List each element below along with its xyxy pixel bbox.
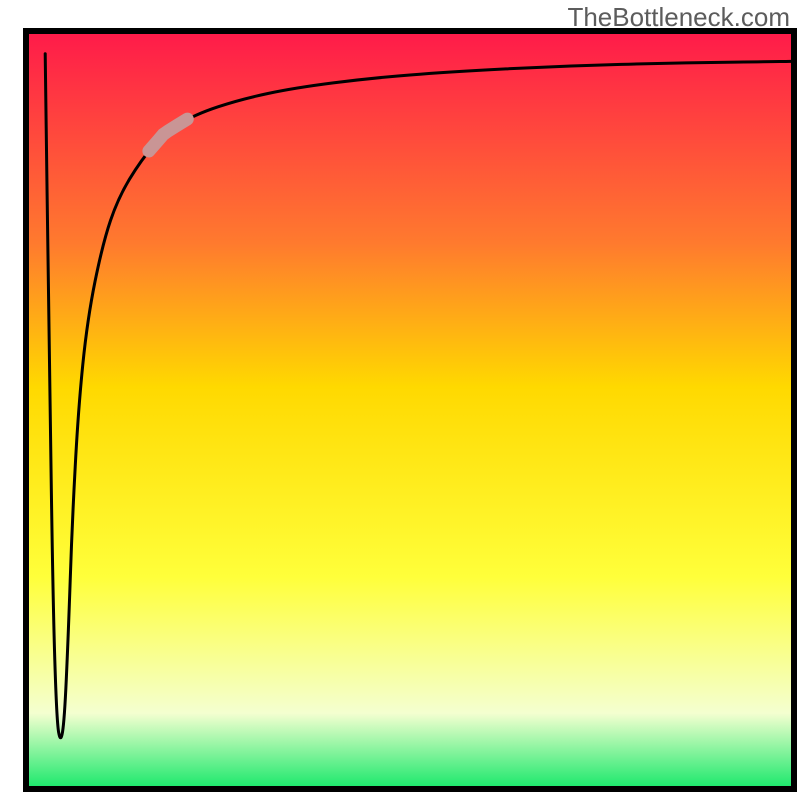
chart-stage: TheBottleneck.com [0,0,800,800]
plot-background [26,31,794,789]
watermark-text: TheBottleneck.com [567,2,790,33]
bottleneck-chart [0,0,800,800]
